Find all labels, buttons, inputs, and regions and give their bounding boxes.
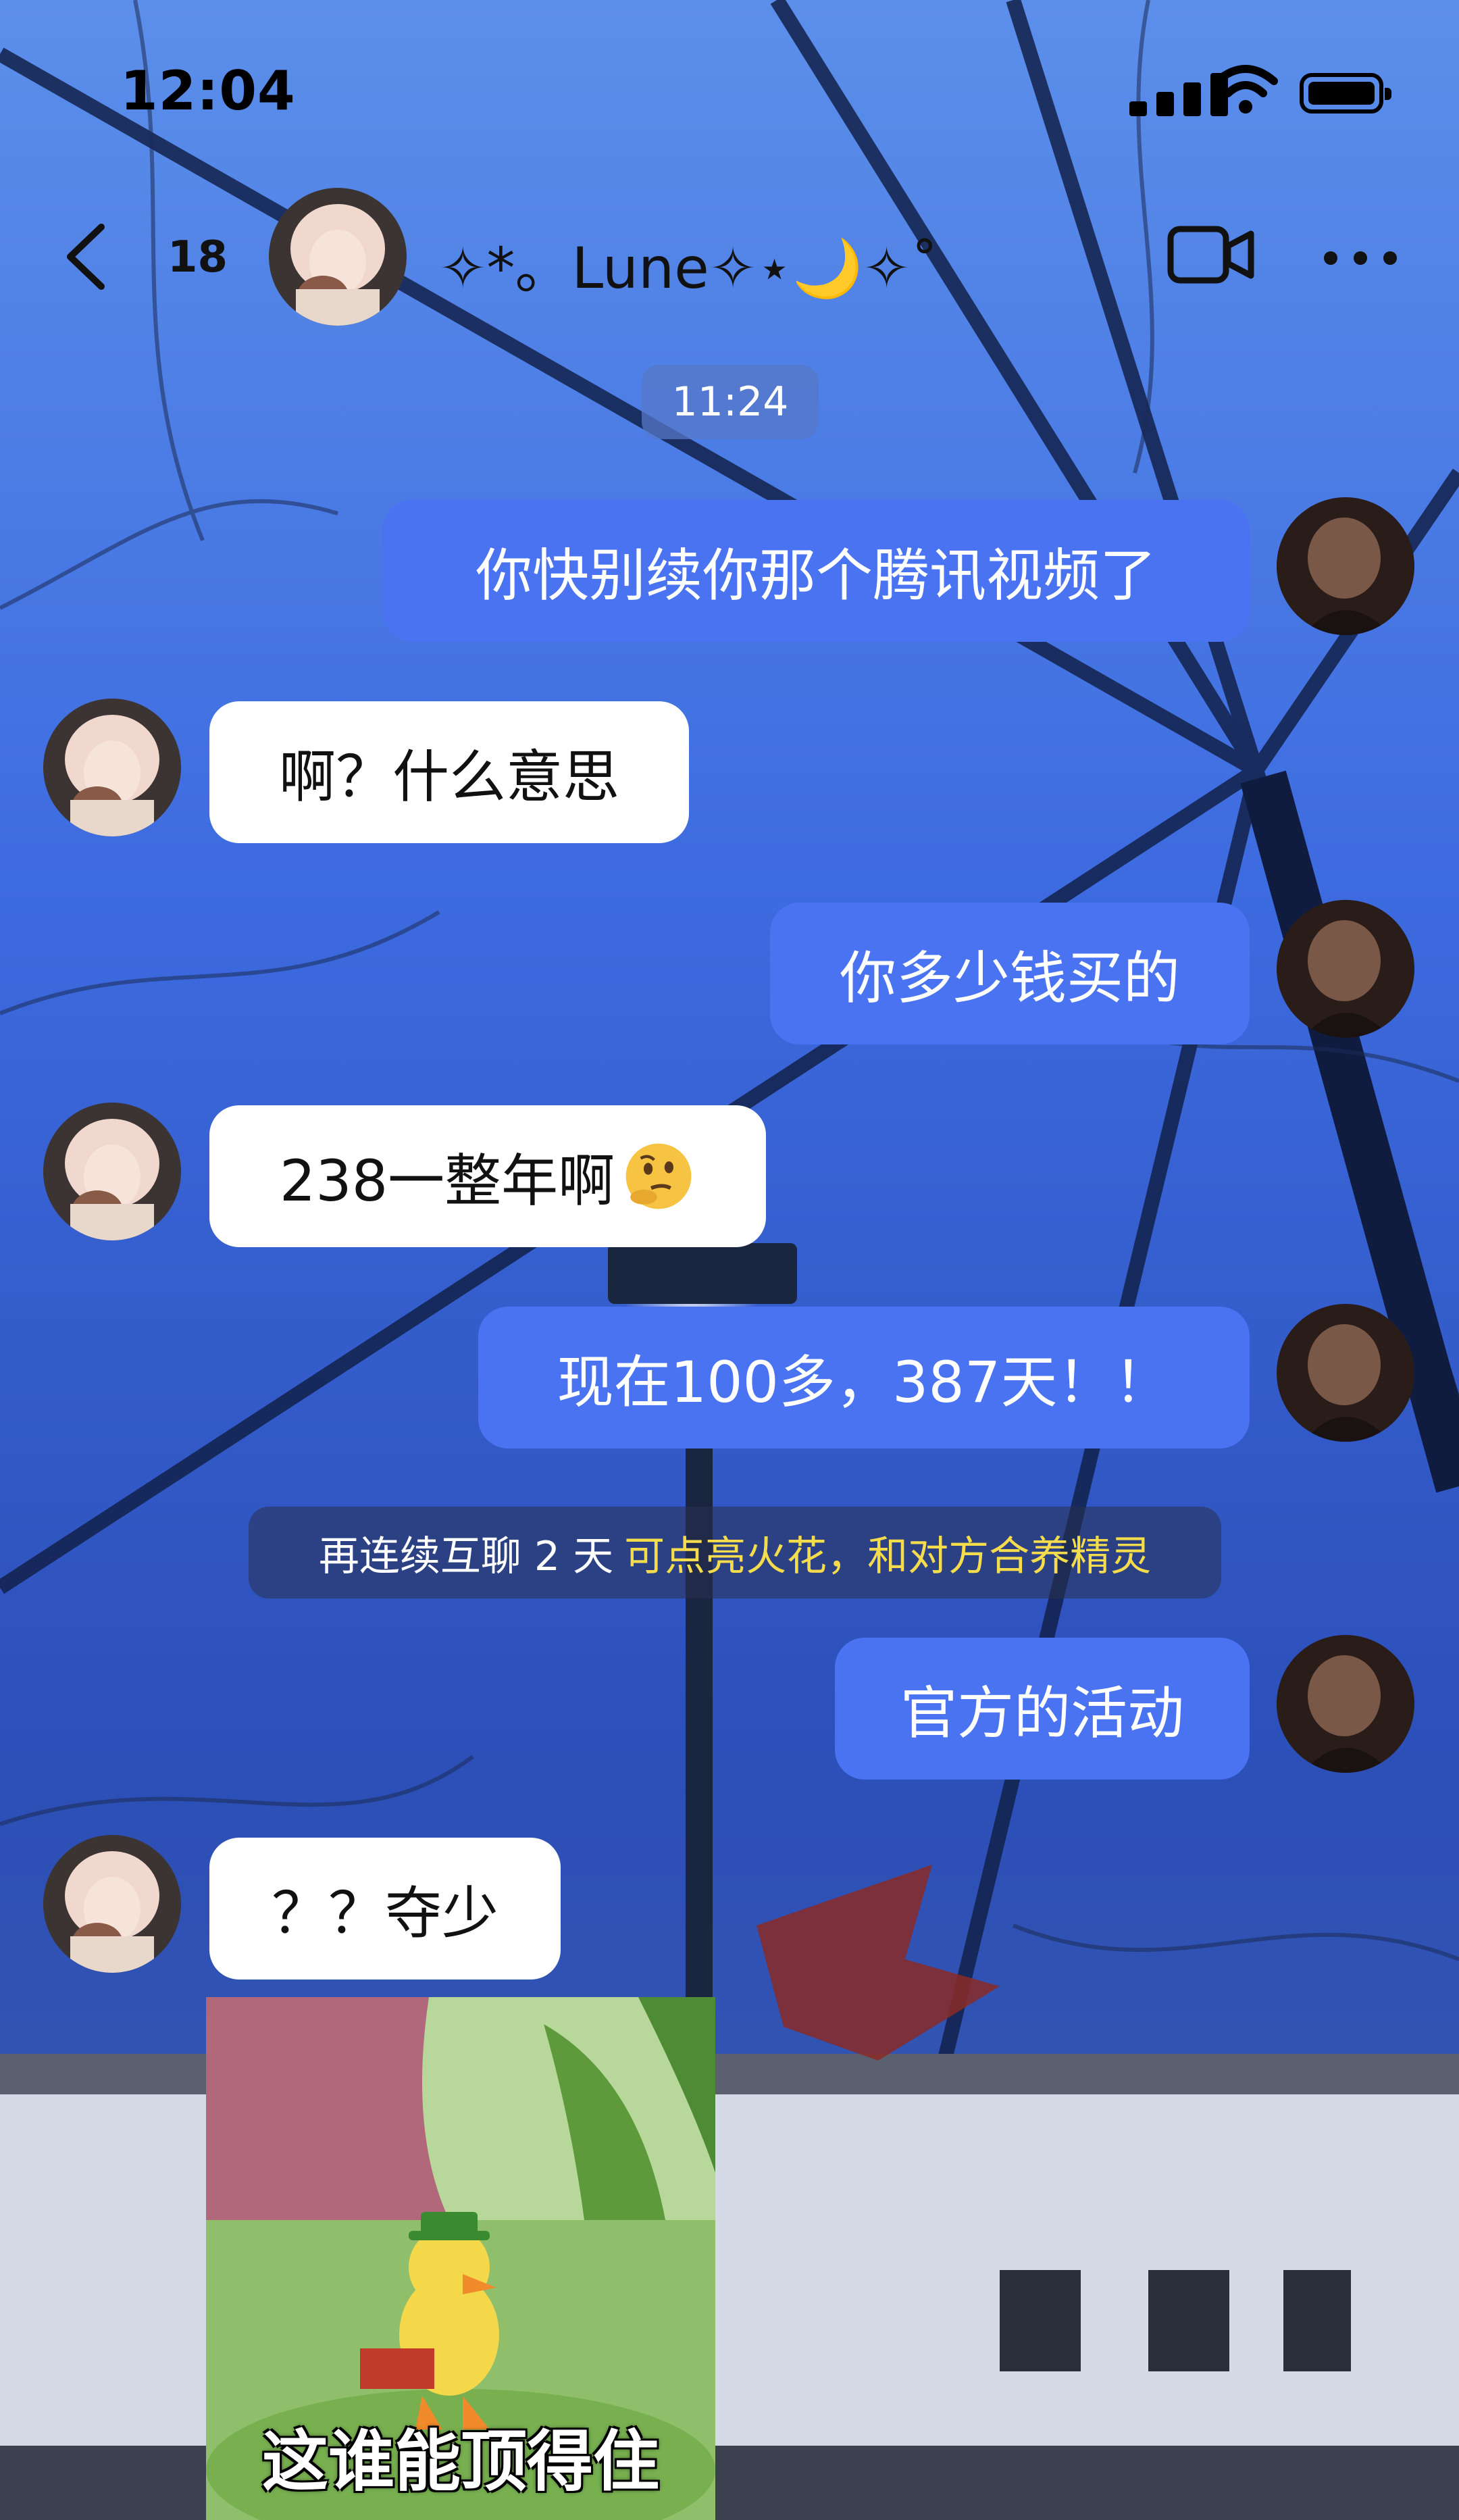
message-bubble-received[interactable]: 238一整年啊 <box>209 1105 766 1247</box>
sticker-image[interactable]: 这谁能顶得住 <box>206 1997 715 2520</box>
my-avatar[interactable] <box>1277 497 1414 635</box>
battery-icon <box>1300 73 1391 114</box>
wifi-icon <box>1213 65 1278 114</box>
message-bubble-sent[interactable]: 现在100多，387天！！ <box>478 1307 1250 1448</box>
back-chevron-icon[interactable] <box>62 223 109 291</box>
message-text: 啊？什么意思 <box>278 743 619 810</box>
streak-notice[interactable]: 再连续互聊 2 天 可点亮火花，和对方合养精灵 <box>249 1507 1221 1598</box>
video-call-icon[interactable] <box>1167 226 1255 284</box>
message-bubble-sent[interactable]: 你多少钱买的 <box>770 903 1250 1044</box>
notice-highlight[interactable]: 可点亮火花，和对方合养精灵 <box>624 1523 1151 1582</box>
my-avatar[interactable] <box>1277 1304 1414 1442</box>
contact-avatar[interactable] <box>43 1103 181 1240</box>
my-avatar[interactable] <box>1277 1635 1414 1773</box>
contact-avatar[interactable] <box>269 188 407 326</box>
notice-text: 再连续互聊 2 天 <box>318 1532 614 1580</box>
contact-name: ✧*。Lune✧⋆🌙✧˚ <box>439 235 939 301</box>
contact-avatar[interactable] <box>43 699 181 836</box>
unread-count[interactable]: 18 <box>168 232 228 282</box>
more-icon[interactable] <box>1324 251 1397 265</box>
message-bubble-sent[interactable]: 官方的活动 <box>835 1638 1250 1780</box>
thinking-face-icon <box>625 1143 692 1209</box>
contact-avatar[interactable] <box>43 1835 181 1973</box>
status-time: 12:04 <box>120 59 296 122</box>
message-bubble-received[interactable]: 啊？什么意思 <box>209 701 689 843</box>
sticker-caption: 这谁能顶得住 <box>261 2423 659 2500</box>
message-text: ？？夺少 <box>271 1880 498 1946</box>
message-bubble-received[interactable]: ？？夺少 <box>209 1838 561 1980</box>
message-text: 你快别续你那个腾讯视频了 <box>475 542 1156 609</box>
message-text: 你多少钱买的 <box>839 944 1180 1011</box>
my-avatar[interactable] <box>1277 900 1414 1038</box>
message-bubble-sent[interactable]: 你快别续你那个腾讯视频了 <box>382 500 1250 642</box>
message-timestamp: 11:24 <box>642 365 819 439</box>
message-text: 官方的活动 <box>900 1680 1184 1746</box>
message-text: 现在100多，387天！！ <box>557 1349 1171 1415</box>
message-text: 238一整年啊 <box>279 1147 615 1214</box>
